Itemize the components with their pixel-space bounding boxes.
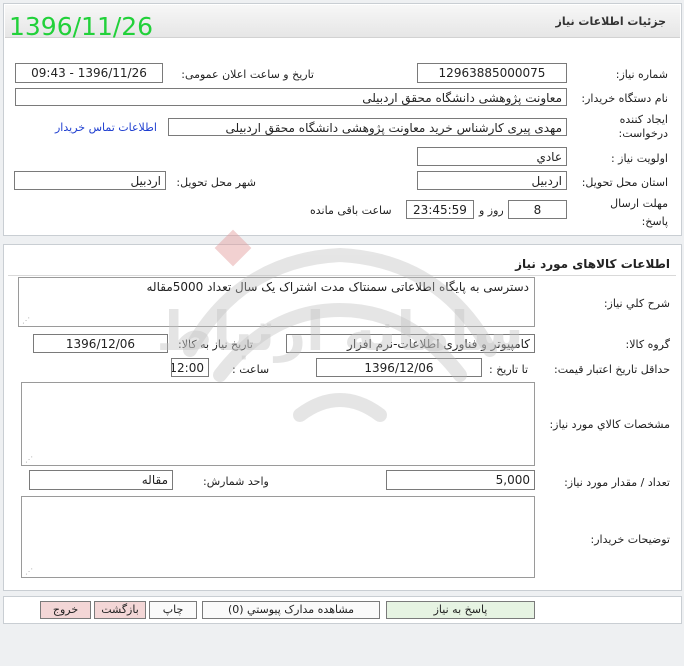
days-word-label: روز و [479, 204, 504, 217]
until-date-field: 1396/12/06 [316, 358, 482, 377]
quantity-field: 5,000 [386, 470, 535, 490]
time-field: 12:00 [171, 358, 209, 377]
reply-button[interactable]: پاسخ به نیاز [386, 601, 535, 619]
province-label: استان محل تحویل: [581, 176, 668, 189]
buyer-org-field: معاونت پژوهشی دانشگاه محقق اردبیلی [15, 88, 567, 106]
need-date-label: تاریخ نیاز به کالا: [178, 338, 253, 351]
section-divider [8, 275, 676, 276]
unit-field: مقاله [29, 470, 173, 490]
specs-textarea[interactable]: ⋰ [21, 382, 535, 466]
print-button[interactable]: چاپ [149, 601, 197, 619]
summary-text: دسترسی به پایگاه اطلاعاتی سمنتاک مدت اشت… [146, 280, 530, 294]
announce-date-field: 1396/11/26 - 09:43 [15, 63, 163, 83]
buyer-contact-link[interactable]: اطلاعات تماس خریدار [55, 121, 157, 134]
province-field: اردبیل [417, 171, 567, 190]
resize-grip-icon[interactable]: ⋰ [25, 567, 33, 576]
resize-grip-icon[interactable]: ⋰ [22, 316, 30, 325]
announce-date-label: تاریخ و ساعت اعلان عمومی: [181, 68, 314, 81]
summary-label: شرح کلي نیاز: [603, 297, 670, 310]
city-label: شهر محل تحویل: [176, 176, 256, 189]
quantity-label: تعداد / مقدار مورد نیاز: [564, 476, 670, 489]
priority-field: عادي [417, 147, 567, 166]
page-title: جزئیات اطلاعات نیاز [555, 15, 667, 28]
deadline-days-field: 8 [508, 200, 567, 219]
need-date-field: 1396/12/06 [33, 334, 168, 353]
unit-label: واحد شمارش: [203, 475, 269, 488]
until-date-label: تا تاریخ : [489, 363, 528, 376]
back-button[interactable]: بازگشت [94, 601, 146, 619]
goods-section-title: اطلاعات کالاهای مورد نیاز [515, 257, 670, 271]
buyer-notes-label: توضیحات خریدار: [590, 533, 671, 546]
summary-textarea[interactable]: دسترسی به پایگاه اطلاعاتی سمنتاک مدت اشت… [18, 277, 535, 327]
goods-group-field: کامپیوتر و فناوری اطلاعات-نرم افزار [286, 334, 535, 353]
goods-group-label: گروه کالا: [625, 338, 670, 351]
creator-field: مهدی پیری کارشناس خرید معاونت پژوهشی دان… [168, 118, 567, 136]
creator-label: ایجاد کننده درخواست: [618, 113, 668, 140]
price-validity-label: حداقل تاریخ اعتبار قیمت: [554, 363, 670, 376]
remaining-text: ساعت باقی مانده [310, 204, 392, 217]
buyer-org-label: نام دستگاه خریدار: [581, 92, 668, 105]
specs-label: مشخصات کالاي مورد نیاز: [549, 418, 670, 431]
view-attachments-button[interactable]: مشاهده مدارک پیوستي (0) [202, 601, 380, 619]
city-field: اردبیل [14, 171, 166, 190]
time-label: ساعت : [232, 363, 270, 376]
priority-label: اولویت نیاز : [610, 152, 668, 165]
exit-button[interactable]: خروج [40, 601, 91, 619]
date-overlay: 1396/11/26 [9, 12, 154, 41]
deadline-time-field: 23:45:59 [406, 200, 474, 219]
deadline-label: مهلت ارسال پاسخ: [610, 197, 668, 228]
resize-grip-icon[interactable]: ⋰ [25, 455, 33, 464]
buyer-notes-textarea[interactable]: ⋰ [21, 496, 535, 578]
need-number-label: شماره نیاز: [615, 68, 668, 81]
need-number-field: 12963885000075 [417, 63, 567, 83]
